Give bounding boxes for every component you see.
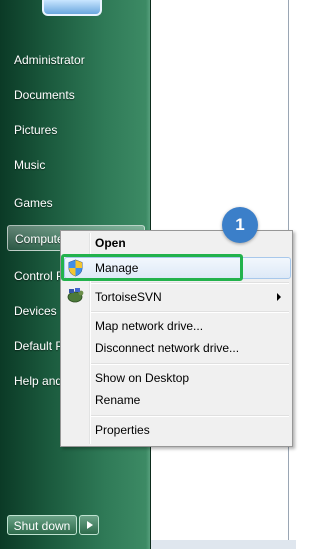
ctx-separator — [91, 363, 289, 365]
ctx-separator — [91, 415, 289, 417]
start-item-documents[interactable]: Documents — [0, 82, 145, 108]
ctx-properties[interactable]: Properties — [95, 420, 150, 440]
start-item-administrator[interactable]: Administrator — [0, 47, 145, 73]
ctx-map-network-drive[interactable]: Map network drive... — [95, 316, 203, 336]
ctx-open[interactable]: Open — [95, 233, 126, 253]
start-item-pictures[interactable]: Pictures — [0, 117, 145, 143]
ctx-disconnect-network-drive[interactable]: Disconnect network drive... — [95, 338, 239, 358]
ctx-rename[interactable]: Rename — [95, 390, 140, 410]
taskbar-strip — [151, 540, 296, 549]
tortoisesvn-turtle-icon — [67, 288, 84, 303]
ctx-separator — [91, 282, 289, 284]
ctx-separator — [91, 311, 289, 313]
start-item-music[interactable]: Music — [0, 152, 145, 178]
shutdown-button[interactable]: Shut down — [7, 515, 77, 535]
ctx-tortoisesvn[interactable]: TortoiseSVN — [95, 287, 162, 307]
manage-highlight-box — [61, 254, 243, 281]
start-item-games[interactable]: Games — [0, 190, 145, 216]
submenu-arrow-icon — [277, 293, 281, 301]
step-number-badge: 1 — [222, 207, 258, 243]
ctx-show-on-desktop[interactable]: Show on Desktop — [95, 368, 189, 388]
windows-logo-icon — [42, 0, 102, 16]
shutdown-options-arrow-icon[interactable] — [79, 515, 99, 535]
